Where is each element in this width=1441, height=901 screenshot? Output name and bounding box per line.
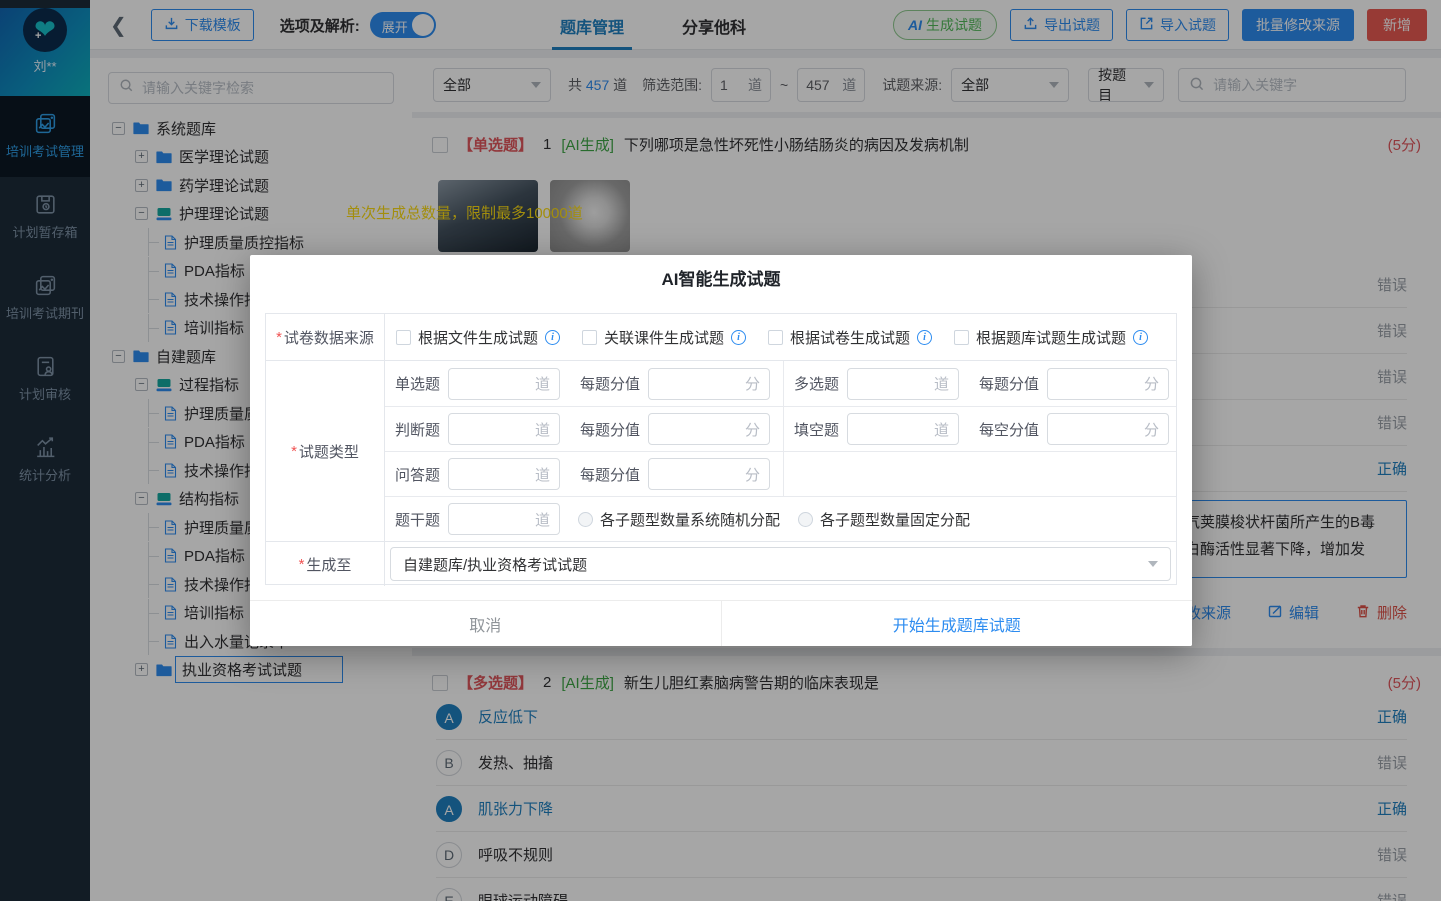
count-input[interactable]: 道 — [847, 368, 959, 400]
source-options: 根据文件生成试题 i 关联课件生成试题 i 根据试卷生成试题 i 根据题库试题生成试题 i — [385, 314, 1176, 360]
app-screen: ❤ + 刘** 培训考试管理计划暂存箱培训考试期刊计划审核统计分析 ❮ 下载模板… — [0, 0, 1441, 901]
type-cell-填空题: 填空题 道 每空分值 分 — [784, 407, 1169, 451]
type-name-label: 多选题 — [794, 373, 839, 394]
info-icon[interactable]: i — [1133, 330, 1148, 345]
count-unit: 道 — [535, 509, 550, 530]
score-unit: 分 — [745, 419, 760, 440]
count-unit: 道 — [535, 419, 550, 440]
type-row: 判断题 道 每题分值 分 填空题 道 每空分值 分 — [385, 406, 1176, 451]
cancel-button[interactable]: 取消 — [250, 601, 722, 646]
type-cell-多选题: 多选题 道 每题分值 分 — [784, 361, 1169, 406]
source-option-label: 根据题库试题生成试题 — [976, 327, 1126, 348]
modal-footer: 取消 开始生成题库试题 — [250, 600, 1192, 646]
count-input[interactable]: 道 — [448, 413, 560, 445]
modal-title: AI智能生成试题 — [250, 255, 1192, 301]
type-name-label: 问答题 — [395, 464, 440, 485]
source-option-label: 根据试卷生成试题 — [790, 327, 910, 348]
score-label: 每题分值 — [979, 373, 1039, 394]
score-label: 每题分值 — [580, 373, 640, 394]
score-unit: 分 — [745, 464, 760, 485]
source-option-2[interactable]: 关联课件生成试题 i — [582, 327, 746, 348]
count-unit: 道 — [934, 419, 949, 440]
distribution-radio-1[interactable]: 各子题型数量系统随机分配 — [578, 509, 780, 530]
source-option-1[interactable]: 根据文件生成试题 i — [396, 327, 560, 348]
checkbox[interactable] — [768, 330, 783, 345]
score-unit: 分 — [1144, 419, 1159, 440]
type-row: 问答题 道 每题分值 分 — [385, 451, 1176, 496]
type-cell-问答题: 问答题 道 每题分值 分 — [385, 452, 784, 496]
checkbox[interactable] — [954, 330, 969, 345]
score-input[interactable]: 分 — [1047, 413, 1169, 445]
score-unit: 分 — [1144, 373, 1159, 394]
type-cell-单选题: 单选题 道 每题分值 分 — [385, 361, 784, 406]
count-input[interactable]: 道 — [847, 413, 959, 445]
chevron-down-icon — [1148, 561, 1158, 567]
score-input[interactable]: 分 — [1047, 368, 1169, 400]
source-option-label: 关联课件生成试题 — [604, 327, 724, 348]
source-option-3[interactable]: 根据试卷生成试题 i — [768, 327, 932, 348]
checkbox[interactable] — [582, 330, 597, 345]
target-bank-select[interactable]: 自建题库/执业资格考试试题 — [390, 547, 1171, 581]
score-input[interactable]: 分 — [648, 413, 770, 445]
radio-label: 各子题型数量系统随机分配 — [600, 509, 780, 530]
score-input[interactable]: 分 — [648, 368, 770, 400]
ai-generate-modal: AI智能生成试题 *试卷数据来源 根据文件生成试题i关联课件生成试题i根据试卷生… — [250, 255, 1192, 646]
type-name-label: 填空题 — [794, 419, 839, 440]
info-icon[interactable]: i — [545, 330, 560, 345]
source-option-label: 根据文件生成试题 — [418, 327, 538, 348]
info-icon[interactable]: i — [917, 330, 932, 345]
distribution-radio-2[interactable]: 各子题型数量固定分配 — [798, 509, 970, 530]
count-unit: 道 — [535, 373, 550, 394]
stem-name-label: 题干题 — [395, 509, 440, 530]
radio-icon[interactable] — [798, 512, 813, 527]
count-unit: 道 — [934, 373, 949, 394]
type-cell-判断题: 判断题 道 每题分值 分 — [385, 407, 784, 451]
score-unit: 分 — [745, 373, 760, 394]
source-option-4[interactable]: 根据题库试题生成试题 i — [954, 327, 1148, 348]
stem-cell: 题干题 道 各子题型数量系统随机分配 各子题型数量固定分配 — [385, 497, 970, 541]
count-unit: 道 — [535, 464, 550, 485]
checkbox[interactable] — [396, 330, 411, 345]
type-name-label: 单选题 — [395, 373, 440, 394]
type-row: 单选题 道 每题分值 分 多选题 道 每题分值 分 — [385, 361, 1176, 406]
radio-label: 各子题型数量固定分配 — [820, 509, 970, 530]
count-input[interactable]: 道 — [448, 458, 560, 490]
type-name-label: 判断题 — [395, 419, 440, 440]
source-row-label: *试卷数据来源 — [266, 314, 385, 360]
score-input[interactable]: 分 — [648, 458, 770, 490]
type-row-label: *试题类型 — [266, 361, 385, 541]
stem-row: 题干题 道 各子题型数量系统随机分配 各子题型数量固定分配 — [385, 496, 1176, 541]
radio-icon[interactable] — [578, 512, 593, 527]
target-row-label: *生成至 — [266, 542, 385, 586]
start-generate-button[interactable]: 开始生成题库试题 — [722, 601, 1193, 646]
count-input[interactable]: 道 — [448, 503, 560, 535]
score-label: 每题分值 — [580, 464, 640, 485]
info-icon[interactable]: i — [731, 330, 746, 345]
score-label: 每题分值 — [580, 419, 640, 440]
score-label: 每空分值 — [979, 419, 1039, 440]
count-input[interactable]: 道 — [448, 368, 560, 400]
modal-form: *试卷数据来源 根据文件生成试题i关联课件生成试题i根据试卷生成试题i根据题库试… — [265, 313, 1177, 585]
